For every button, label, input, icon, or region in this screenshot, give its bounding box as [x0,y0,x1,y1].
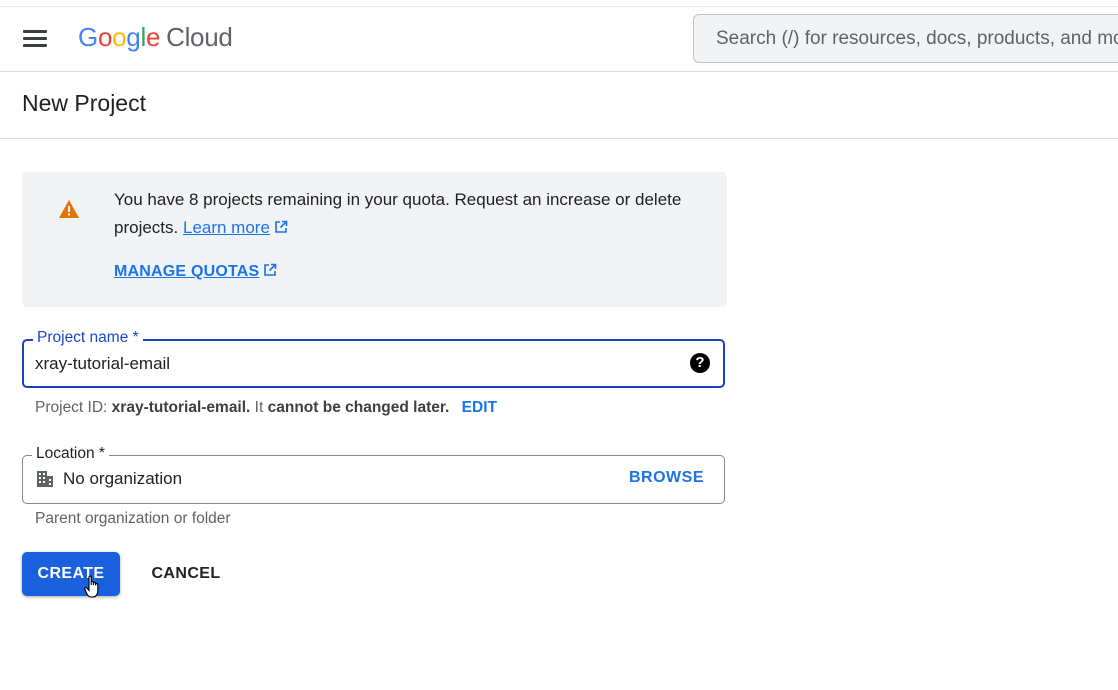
search-input[interactable] [694,15,1118,62]
project-name-field[interactable]: Project name * ? [22,328,725,388]
page-header: New Project [0,72,1118,139]
location-field[interactable]: Location * No organization BROWSE [22,444,725,504]
quota-banner: You have 8 projects remaining in your qu… [22,172,727,307]
edit-project-id-button[interactable]: EDIT [462,399,497,416]
page-title: New Project [22,90,146,116]
top-divider [0,6,1118,7]
hamburger-menu-icon[interactable] [23,30,47,48]
project-id-hint: Project ID: xray-tutorial-email. It cann… [35,399,497,416]
manage-quotas-link[interactable]: MANAGE QUOTAS [114,263,277,281]
google-cloud-logo[interactable]: Google Cloud [78,22,233,53]
browse-button[interactable]: BROWSE [629,469,704,487]
building-icon [37,471,53,487]
project-id-value: xray-tutorial-email. [111,399,251,416]
external-link-icon [264,263,277,276]
project-name-input[interactable] [35,341,675,386]
location-hint: Parent organization or folder [35,510,231,527]
cancel-button[interactable]: CANCEL [140,552,232,596]
warning-icon [59,200,79,218]
location-value: No organization [63,469,183,488]
external-link-icon [275,220,288,233]
help-icon[interactable]: ? [690,353,710,373]
location-label: Location * [32,444,109,464]
quota-message: You have 8 projects remaining in your qu… [114,186,694,241]
create-button[interactable]: CREATE [22,552,120,596]
learn-more-link[interactable]: Learn more [183,218,288,237]
top-app-bar: Google Cloud [0,0,1118,72]
search-bar[interactable] [693,14,1118,63]
